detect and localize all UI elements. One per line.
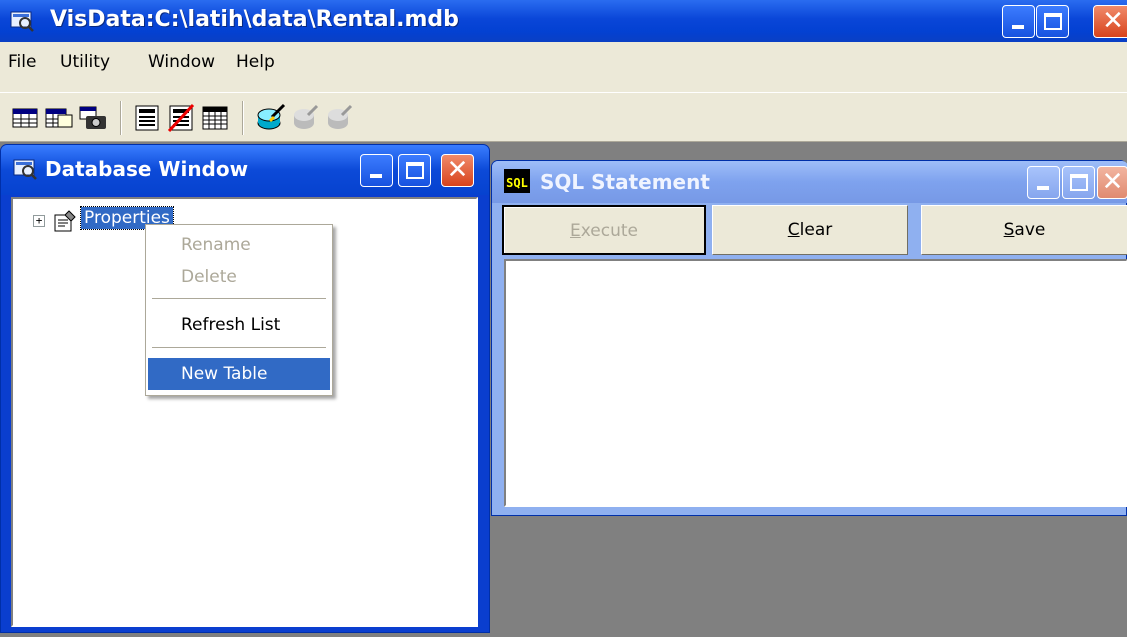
execute-accel: E <box>570 221 581 241</box>
sql-icon: SQL <box>504 169 530 193</box>
close-icon: ✕ <box>1101 167 1124 197</box>
save-button[interactable]: Save <box>921 205 1127 255</box>
execute-button[interactable]: Execute <box>502 205 706 255</box>
minimize-icon <box>370 174 382 178</box>
sql-window-title-bar[interactable]: SQL SQL Statement ✕ <box>492 161 1127 203</box>
menu-separator <box>152 298 326 300</box>
main-minimize-button[interactable] <box>1002 5 1035 38</box>
begin-transaction-icon[interactable] <box>256 103 286 133</box>
menu-window[interactable]: Window <box>148 52 215 72</box>
sql-statement-window[interactable]: SQL SQL Statement ✕ Execute Clear Save <box>491 160 1127 516</box>
menu-file[interactable]: File <box>8 52 36 72</box>
sql-maximize-button[interactable] <box>1062 166 1095 199</box>
snapshot-type-icon[interactable] <box>78 103 108 133</box>
database-window-icon <box>13 159 37 180</box>
menu-bar: File Utility Window Help <box>0 42 1127 92</box>
main-title-bar[interactable]: VisData:C:\latih\data\Rental.mdb ✕ <box>0 0 1127 42</box>
sql-window-title: SQL Statement <box>540 170 710 194</box>
no-data-control-icon[interactable] <box>166 103 196 133</box>
app-title: VisData:C:\latih\data\Rental.mdb <box>50 7 459 32</box>
clear-label-rest: lear <box>799 220 833 240</box>
toolbar-separator <box>242 101 244 135</box>
close-icon: ✕ <box>446 155 469 185</box>
toolbar <box>0 92 1127 142</box>
save-label-rest: ave <box>1014 220 1046 240</box>
menu-item-new-table[interactable]: New Table <box>148 358 330 390</box>
rollback-icon[interactable] <box>324 103 354 133</box>
menu-item-rename[interactable]: Rename <box>148 229 330 261</box>
menu-item-refresh-list[interactable]: Refresh List <box>148 309 330 341</box>
clear-button[interactable]: Clear <box>712 205 908 255</box>
database-window-title-bar[interactable]: Database Window ✕ <box>1 145 489 195</box>
save-accel: S <box>1003 220 1015 240</box>
toolbar-separator <box>120 101 122 135</box>
commit-icon[interactable] <box>290 103 320 133</box>
svg-text:SQL: SQL <box>506 176 528 190</box>
close-icon: ✕ <box>1102 6 1124 36</box>
minimize-icon <box>1037 186 1049 190</box>
main-close-button[interactable]: ✕ <box>1093 5 1127 38</box>
visdata-app-icon <box>10 11 34 32</box>
maximize-icon <box>406 162 424 179</box>
use-data-control-icon[interactable] <box>132 103 162 133</box>
table-type-icon[interactable] <box>10 103 40 133</box>
database-minimize-button[interactable] <box>360 154 393 187</box>
database-maximize-button[interactable] <box>398 154 431 187</box>
main-maximize-button[interactable] <box>1036 5 1069 38</box>
dynaset-type-icon[interactable] <box>44 103 74 133</box>
menu-utility[interactable]: Utility <box>60 52 110 72</box>
menu-item-delete[interactable]: Delete <box>148 261 330 293</box>
menu-separator <box>152 347 326 349</box>
use-dbgrid-icon[interactable] <box>200 103 230 133</box>
tree-expand-icon[interactable]: + <box>33 215 45 227</box>
clear-accel: C <box>787 220 800 240</box>
sql-close-button[interactable]: ✕ <box>1097 166 1127 199</box>
menu-help[interactable]: Help <box>236 52 275 72</box>
sql-statement-textarea[interactable] <box>504 259 1127 507</box>
maximize-icon <box>1070 174 1088 191</box>
maximize-icon <box>1044 13 1062 30</box>
execute-label-rest: xecute <box>580 221 638 241</box>
database-window-title: Database Window <box>45 157 249 181</box>
sql-minimize-button[interactable] <box>1027 166 1060 199</box>
context-menu: Rename Delete Refresh List New Table <box>145 224 333 396</box>
properties-icon <box>54 210 76 232</box>
database-close-button[interactable]: ✕ <box>441 154 474 187</box>
minimize-icon <box>1012 25 1024 29</box>
